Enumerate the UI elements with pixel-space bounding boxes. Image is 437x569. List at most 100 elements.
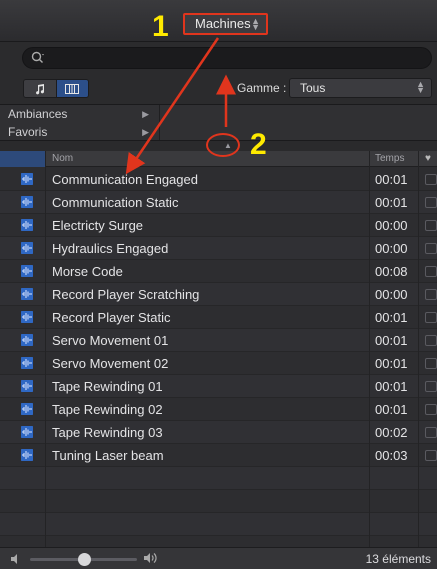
browser-item[interactable]: Ambiances ▶ [0, 105, 159, 123]
table-row[interactable]: Hydraulics Engaged 00:00 [0, 237, 437, 260]
table-row[interactable]: Communication Engaged 00:01 [0, 168, 437, 191]
favorite-checkbox[interactable] [425, 220, 437, 231]
favorite-checkbox[interactable] [425, 243, 437, 254]
row-name: Hydraulics Engaged [52, 241, 169, 256]
favorite-checkbox[interactable] [425, 335, 437, 346]
favorite-checkbox[interactable] [425, 404, 437, 415]
browser-item-label: Favoris [8, 125, 48, 139]
music-note-icon [35, 83, 44, 94]
row-time: 00:01 [375, 333, 408, 348]
row-name: Morse Code [52, 264, 123, 279]
favorite-checkbox[interactable] [425, 358, 437, 369]
row-time: 00:01 [375, 195, 408, 210]
waveform-icon [21, 426, 33, 438]
table-row-empty [0, 467, 437, 490]
row-name: Servo Movement 01 [52, 333, 169, 348]
row-time: 00:00 [375, 287, 408, 302]
table-row[interactable]: Morse Code 00:08 [0, 260, 437, 283]
waveform-icon [21, 357, 33, 369]
row-name: Tape Rewinding 01 [52, 379, 163, 394]
table-row-empty [0, 490, 437, 513]
row-time: 00:02 [375, 425, 408, 440]
favorite-checkbox[interactable] [425, 289, 437, 300]
table-row[interactable]: Tape Rewinding 01 00:01 [0, 375, 437, 398]
browser-item[interactable]: Favoris ▶ [0, 123, 159, 140]
row-name: Communication Static [52, 195, 179, 210]
volume-slider[interactable] [30, 553, 137, 566]
row-time: 00:01 [375, 172, 408, 187]
table-row[interactable]: Tuning Laser beam 00:03 [0, 444, 437, 467]
view-toggle [23, 79, 89, 98]
category-select[interactable]: Machines ▲ ▼ [183, 13, 268, 35]
search-icon [31, 51, 44, 63]
chevron-right-icon: ▶ [142, 109, 149, 119]
table-row[interactable]: Servo Movement 02 00:01 [0, 352, 437, 375]
table-row[interactable]: Record Player Static 00:01 [0, 306, 437, 329]
annotation-label-2: 2 [250, 128, 267, 161]
waveform-icon [21, 219, 33, 231]
table-row-empty [0, 513, 437, 536]
volume-slider-knob[interactable] [77, 553, 91, 566]
waveform-icon [21, 288, 33, 300]
music-view-button[interactable] [24, 80, 56, 97]
search-field[interactable] [22, 47, 432, 69]
sound-list: Nom Temps ♥ Communication Engaged 00:01 Co… [0, 151, 437, 569]
header-name[interactable]: Nom [52, 153, 73, 164]
row-time: 00:00 [375, 241, 408, 256]
annotation-label-1: 1 [152, 10, 169, 43]
heart-icon[interactable]: ♥ [425, 153, 431, 164]
grid-view-icon [65, 83, 80, 94]
row-time: 00:01 [375, 402, 408, 417]
favorite-checkbox[interactable] [425, 381, 437, 392]
header-time[interactable]: Temps [375, 153, 404, 164]
row-name: Tape Rewinding 03 [52, 425, 163, 440]
row-time: 00:00 [375, 218, 408, 233]
table-row[interactable]: Servo Movement 01 00:01 [0, 329, 437, 352]
row-name: Electricty Surge [52, 218, 144, 233]
browser-item-label: Ambiances [8, 107, 68, 121]
row-name: Servo Movement 02 [52, 356, 169, 371]
speaker-low-icon [10, 553, 22, 568]
waveform-icon [21, 311, 33, 323]
column-divider [45, 151, 46, 569]
favorite-checkbox[interactable] [425, 197, 437, 208]
table-row[interactable]: Electricty Surge 00:00 [0, 214, 437, 237]
category-select-label: Machines [195, 16, 251, 31]
table-row[interactable]: Communication Static 00:01 [0, 191, 437, 214]
row-time: 00:08 [375, 264, 408, 279]
favorite-checkbox[interactable] [425, 450, 437, 461]
row-name: Tuning Laser beam [52, 448, 164, 463]
waveform-icon [21, 196, 33, 208]
row-name: Record Player Scratching [52, 287, 200, 302]
updown-chevron-icon: ▲ ▼ [251, 16, 260, 32]
favorite-checkbox[interactable] [425, 427, 437, 438]
column-divider [418, 151, 419, 569]
waveform-icon [21, 265, 33, 277]
toolbar: Machines ▲ ▼ [0, 0, 437, 42]
row-name: Tape Rewinding 02 [52, 402, 163, 417]
favorite-checkbox[interactable] [425, 174, 437, 185]
status-bar: 13 éléments [0, 547, 437, 569]
table-row[interactable]: Tape Rewinding 02 00:01 [0, 398, 437, 421]
row-time: 00:01 [375, 356, 408, 371]
table-row[interactable]: Tape Rewinding 03 00:02 [0, 421, 437, 444]
row-time: 00:01 [375, 379, 408, 394]
table-row[interactable]: Record Player Scratching 00:00 [0, 283, 437, 306]
range-label: Gamme : [237, 81, 287, 95]
favorite-checkbox[interactable] [425, 266, 437, 277]
waveform-icon [21, 449, 33, 461]
row-name: Communication Engaged [52, 172, 198, 187]
browser-column: Ambiances ▶ Favoris ▶ [0, 105, 160, 140]
waveform-icon [21, 380, 33, 392]
header-icon-column[interactable] [0, 151, 45, 167]
range-select-value: Tous [300, 81, 326, 95]
item-count: 13 éléments [365, 552, 431, 566]
row-time: 00:01 [375, 310, 408, 325]
grid-view-button[interactable] [55, 80, 88, 97]
row-name: Record Player Static [52, 310, 171, 325]
favorite-checkbox[interactable] [425, 312, 437, 323]
range-select[interactable]: Tous ▲ ▼ [289, 78, 432, 98]
chevron-right-icon: ▶ [142, 127, 149, 137]
waveform-icon [21, 173, 33, 185]
search-input[interactable] [53, 48, 423, 68]
